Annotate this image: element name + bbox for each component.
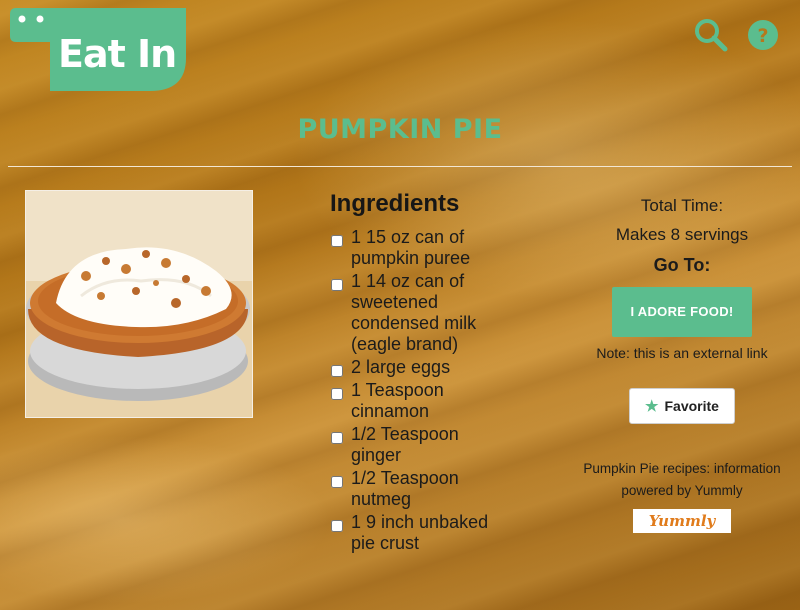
ingredient-text: 1 9 inch unbaked pie crust (351, 512, 489, 553)
ingredient-text: 1 Teaspoon cinnamon (351, 380, 444, 421)
ingredient-item: 1 15 oz can of pumpkin puree (330, 227, 590, 269)
ingredient-item: 1 9 inch unbaked pie crust (330, 512, 590, 554)
ingredients-list: 1 15 oz can of pumpkin puree 1 14 oz can… (330, 227, 590, 554)
ingredient-checkbox[interactable] (331, 432, 343, 444)
ingredient-item: 1/2 Teaspoon nutmeg (330, 468, 590, 510)
ingredient-text: 1/2 Teaspoon ginger (351, 424, 459, 465)
ingredient-item: 1 Teaspoon cinnamon (330, 380, 590, 422)
source-link-button[interactable]: I ADORE FOOD! (612, 287, 752, 337)
ingredient-checkbox[interactable] (331, 520, 343, 532)
search-icon[interactable] (694, 18, 728, 52)
help-icon[interactable]: ? (746, 18, 780, 52)
page-title: PUMPKIN PIE (297, 114, 503, 145)
logo-dot-left (18, 15, 26, 23)
recipe-info-panel: Total Time: Makes 8 servings Go To: I AD… (582, 196, 782, 533)
ingredient-checkbox[interactable] (331, 235, 343, 247)
servings-text: Makes 8 servings (615, 225, 749, 244)
yummly-logo[interactable]: Yummly (633, 509, 731, 533)
ingredients-heading: Ingredients (330, 190, 460, 217)
ingredient-text: 1 15 oz can of pumpkin puree (351, 227, 471, 268)
total-time-label: Total Time: (640, 196, 724, 215)
ingredients-section: Ingredients 1 15 oz can of pumpkin puree… (330, 190, 590, 556)
ingredient-text: 1 14 oz can of sweetened condensed milk … (351, 271, 477, 354)
ingredient-item: 1 14 oz can of sweetened condensed milk … (330, 271, 590, 355)
svg-text:?: ? (757, 25, 768, 47)
ingredient-item: 1/2 Teaspoon ginger (330, 424, 590, 466)
star-icon: ★ (645, 398, 659, 415)
favorite-label: Favorite (664, 398, 719, 414)
eat-in-logo[interactable]: Eat In (10, 8, 186, 91)
title-divider (8, 166, 792, 167)
ingredient-checkbox[interactable] (331, 476, 343, 488)
ingredient-checkbox[interactable] (331, 365, 343, 377)
goto-label: Go To: (653, 255, 711, 275)
ingredient-checkbox[interactable] (331, 388, 343, 400)
favorite-button[interactable]: ★ Favorite (629, 388, 735, 424)
ingredient-item: 2 large eggs (330, 357, 590, 378)
ingredient-text: 2 large eggs (351, 357, 451, 377)
powered-by-text: Pumpkin Pie recipes: information powered… (583, 461, 781, 498)
external-link-note: Note: this is an external link (596, 345, 768, 361)
ingredient-text: 1/2 Teaspoon nutmeg (351, 468, 459, 509)
ingredient-checkbox[interactable] (331, 279, 343, 291)
logo-text: Eat In (58, 32, 177, 76)
logo-dot-right (36, 15, 44, 23)
recipe-photo (25, 190, 253, 418)
